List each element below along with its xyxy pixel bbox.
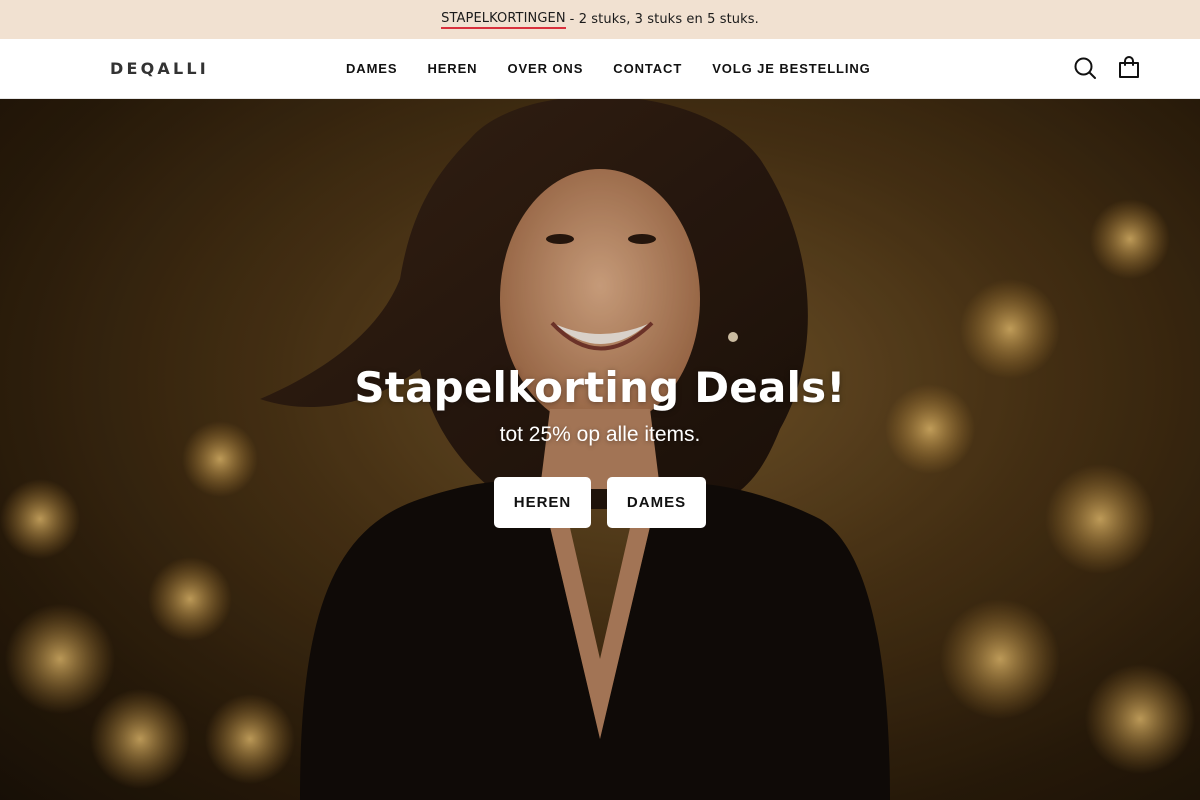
nav-item-volg-je-bestelling[interactable]: VOLG JE BESTELLING (712, 61, 871, 76)
nav-item-contact[interactable]: CONTACT (613, 61, 682, 76)
dames-button[interactable]: DAMES (607, 477, 706, 529)
nav-item-dames[interactable]: DAMES (346, 61, 397, 76)
hero-subtitle: tot 25% op alle items. (499, 423, 701, 447)
header-icons (1072, 55, 1142, 81)
logo[interactable]: DEQALLI (110, 59, 209, 79)
heren-button[interactable]: HEREN (494, 477, 591, 529)
search-icon[interactable] (1072, 55, 1098, 81)
hero-content: Stapelkorting Deals! tot 25% op alle ite… (0, 363, 1200, 529)
main-nav: DAMES HEREN OVER ONS CONTACT VOLG JE BES… (346, 39, 871, 98)
announcement-link[interactable]: STAPELKORTINGEN (441, 11, 566, 29)
announcement-bar: STAPELKORTINGEN - 2 stuks, 3 stuks en 5 … (0, 0, 1200, 39)
hero-banner: Stapelkorting Deals! tot 25% op alle ite… (0, 99, 1200, 800)
site-header: DEQALLI DAMES HEREN OVER ONS CONTACT VOL… (0, 39, 1200, 99)
hero-title: Stapelkorting Deals! (354, 363, 846, 412)
shopping-bag-icon[interactable] (1116, 55, 1142, 81)
nav-item-heren[interactable]: HEREN (427, 61, 477, 76)
nav-item-over-ons[interactable]: OVER ONS (507, 61, 583, 76)
announcement-text: - 2 stuks, 3 stuks en 5 stuks. (569, 12, 759, 27)
hero-buttons: HEREN DAMES (0, 477, 1200, 529)
